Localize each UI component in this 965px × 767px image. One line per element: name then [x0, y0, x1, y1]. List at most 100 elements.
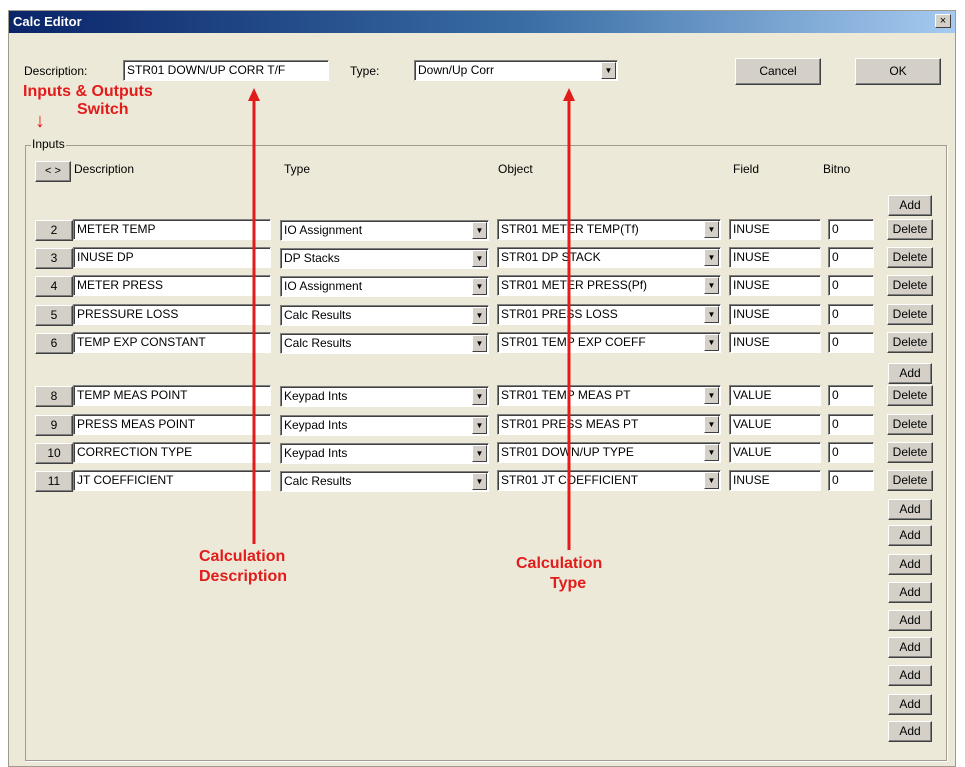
row-delete-button[interactable]: Delete [887, 275, 933, 296]
dropdown-arrow-icon[interactable]: ▼ [472, 473, 487, 490]
dropdown-arrow-icon[interactable]: ▼ [472, 388, 487, 405]
add-row-button[interactable]: Add [888, 610, 932, 631]
dropdown-arrow-icon[interactable]: ▼ [704, 387, 719, 404]
row-type-select[interactable]: Calc Results ▼ [280, 471, 489, 492]
dropdown-arrow-icon[interactable]: ▼ [704, 221, 719, 238]
add-row-button[interactable]: Add [888, 525, 932, 546]
row-bitno-input[interactable]: 0 [828, 275, 874, 296]
row-object-select[interactable]: STR01 METER PRESS(Pf) ▼ [497, 275, 721, 296]
row-delete-button[interactable]: Delete [887, 247, 933, 268]
row-bitno-input[interactable]: 0 [828, 385, 874, 406]
dropdown-arrow-icon[interactable]: ▼ [704, 306, 719, 323]
row-delete-button[interactable]: Delete [887, 304, 933, 325]
row-type-select[interactable]: Keypad Ints ▼ [280, 415, 489, 436]
row-field-input[interactable]: INUSE [729, 304, 821, 325]
dropdown-arrow-icon[interactable]: ▼ [472, 307, 487, 324]
row-object-select[interactable]: STR01 DOWN/UP TYPE ▼ [497, 442, 721, 463]
row-object-select[interactable]: STR01 TEMP EXP COEFF ▼ [497, 332, 721, 353]
row-delete-button[interactable]: Delete [887, 442, 933, 463]
row-field-input[interactable]: VALUE [729, 414, 821, 435]
row-object-select[interactable]: STR01 DP STACK ▼ [497, 247, 721, 268]
row-type-select[interactable]: DP Stacks ▼ [280, 248, 489, 269]
row-field-input[interactable]: VALUE [729, 442, 821, 463]
dropdown-arrow-icon[interactable]: ▼ [472, 417, 487, 434]
add-row-button[interactable]: Add [888, 721, 932, 742]
dropdown-arrow-icon[interactable]: ▼ [472, 250, 487, 267]
add-row-button[interactable]: Add [888, 637, 932, 658]
add-row-button[interactable]: Add [888, 195, 932, 216]
row-description-field[interactable]: METER TEMP [73, 219, 271, 240]
row-number-button[interactable]: 11 [35, 471, 73, 492]
row-description-field[interactable]: CORRECTION TYPE [73, 442, 271, 463]
dropdown-arrow-icon[interactable]: ▼ [704, 249, 719, 266]
ok-button[interactable]: OK [855, 58, 941, 85]
row-type-select[interactable]: IO Assignment ▼ [280, 276, 489, 297]
row-number-button[interactable]: 10 [35, 443, 73, 464]
row-description-field[interactable]: METER PRESS [73, 275, 271, 296]
dropdown-arrow-icon[interactable]: ▼ [704, 416, 719, 433]
row-bitno-input[interactable]: 0 [828, 219, 874, 240]
dropdown-arrow-icon[interactable]: ▼ [472, 278, 487, 295]
row-description-field[interactable]: JT COEFFICIENT [73, 470, 271, 491]
row-object-select[interactable]: STR01 JT COEFFICIENT ▼ [497, 470, 721, 491]
dropdown-arrow-icon[interactable]: ▼ [472, 335, 487, 352]
row-type-select[interactable]: Keypad Ints ▼ [280, 443, 489, 464]
row-delete-button[interactable]: Delete [887, 470, 933, 491]
row-number-button[interactable]: 3 [35, 248, 73, 269]
dropdown-arrow-icon[interactable]: ▼ [472, 222, 487, 239]
row-field-input[interactable]: INUSE [729, 219, 821, 240]
row-number-button[interactable]: 8 [35, 386, 73, 407]
row-delete-button[interactable]: Delete [887, 385, 933, 406]
row-number-button[interactable]: 9 [35, 415, 73, 436]
row-bitno-input[interactable]: 0 [828, 304, 874, 325]
dropdown-arrow-icon[interactable]: ▼ [704, 472, 719, 489]
row-number-button[interactable]: 5 [35, 305, 73, 326]
row-delete-button[interactable]: Delete [887, 219, 933, 240]
row-field-input[interactable]: VALUE [729, 385, 821, 406]
row-delete-button[interactable]: Delete [887, 332, 933, 353]
add-row-button[interactable]: Add [888, 499, 932, 520]
row-bitno-input[interactable]: 0 [828, 414, 874, 435]
row-object-select[interactable]: STR01 PRESS MEAS PT ▼ [497, 414, 721, 435]
row-description-field[interactable]: TEMP EXP CONSTANT [73, 332, 271, 353]
window-title: Calc Editor [13, 14, 82, 29]
row-bitno-input[interactable]: 0 [828, 442, 874, 463]
row-delete-button[interactable]: Delete [887, 414, 933, 435]
dropdown-arrow-icon[interactable]: ▼ [704, 277, 719, 294]
row-bitno-input[interactable]: 0 [828, 332, 874, 353]
row-number-button[interactable]: 6 [35, 333, 73, 354]
inputs-outputs-switch-button[interactable]: < > [35, 161, 71, 182]
row-type-select[interactable]: Keypad Ints ▼ [280, 386, 489, 407]
add-row-button[interactable]: Add [888, 665, 932, 686]
close-button[interactable]: × [935, 14, 951, 28]
row-number-button[interactable]: 2 [35, 220, 73, 241]
row-field-input[interactable]: INUSE [729, 332, 821, 353]
add-row-button[interactable]: Add [888, 363, 932, 384]
row-bitno-input[interactable]: 0 [828, 470, 874, 491]
dropdown-arrow-icon[interactable]: ▼ [601, 62, 616, 79]
row-description-field[interactable]: PRESS MEAS POINT [73, 414, 271, 435]
dropdown-arrow-icon[interactable]: ▼ [704, 444, 719, 461]
calc-description-field[interactable]: STR01 DOWN/UP CORR T/F [123, 60, 329, 81]
row-object-select[interactable]: STR01 PRESS LOSS ▼ [497, 304, 721, 325]
row-description-field[interactable]: INUSE DP [73, 247, 271, 268]
row-object-select[interactable]: STR01 METER TEMP(Tf) ▼ [497, 219, 721, 240]
add-row-button[interactable]: Add [888, 554, 932, 575]
row-description-field[interactable]: TEMP MEAS POINT [73, 385, 271, 406]
row-description-field[interactable]: PRESSURE LOSS [73, 304, 271, 325]
row-type-select[interactable]: IO Assignment ▼ [280, 220, 489, 241]
row-number-button[interactable]: 4 [35, 276, 73, 297]
add-row-button[interactable]: Add [888, 694, 932, 715]
add-row-button[interactable]: Add [888, 582, 932, 603]
calc-type-select[interactable]: Down/Up Corr ▼ [414, 60, 618, 81]
dropdown-arrow-icon[interactable]: ▼ [472, 445, 487, 462]
row-type-select[interactable]: Calc Results ▼ [280, 333, 489, 354]
row-field-input[interactable]: INUSE [729, 470, 821, 491]
dropdown-arrow-icon[interactable]: ▼ [704, 334, 719, 351]
row-type-select[interactable]: Calc Results ▼ [280, 305, 489, 326]
cancel-button[interactable]: Cancel [735, 58, 821, 85]
row-object-select[interactable]: STR01 TEMP MEAS PT ▼ [497, 385, 721, 406]
row-field-input[interactable]: INUSE [729, 247, 821, 268]
row-field-input[interactable]: INUSE [729, 275, 821, 296]
row-bitno-input[interactable]: 0 [828, 247, 874, 268]
